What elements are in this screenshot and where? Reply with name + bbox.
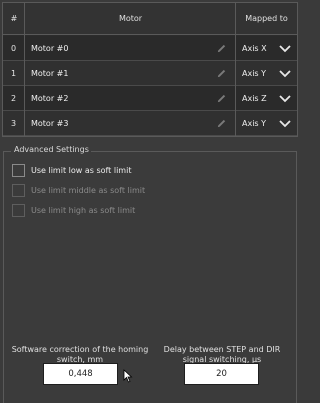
motor-name: Motor #2 xyxy=(31,94,69,103)
step-dir-delay-input[interactable]: 20 xyxy=(184,363,259,385)
soft-limit-middle-label: Use limit middle as soft limit xyxy=(31,186,146,195)
axis-select-value[interactable]: Axis Y xyxy=(242,111,272,136)
motor-name: Motor #3 xyxy=(31,119,69,128)
row-number: 3 xyxy=(10,119,17,128)
header-number: # xyxy=(10,14,18,23)
header-motor: Motor xyxy=(118,14,143,23)
homing-correction-label: Software correction of the homing switch… xyxy=(6,345,154,365)
step-dir-delay-label-line1: Delay between STEP and DIR xyxy=(163,345,281,354)
motor-name: Motor #0 xyxy=(31,44,69,53)
axis-select-value[interactable]: Axis X xyxy=(242,36,272,61)
table-row[interactable]: 2 Motor #2 Axis Z xyxy=(3,86,297,111)
group-border xyxy=(296,151,297,403)
table-header: # Motor Mapped to Axis xyxy=(3,3,297,55)
header-mapped-axis: Mapped to Axis xyxy=(245,14,288,55)
column-divider xyxy=(235,3,236,136)
pencil-icon[interactable] xyxy=(216,43,227,54)
row-number: 0 xyxy=(10,44,17,53)
motor-name: Motor #1 xyxy=(31,69,69,78)
homing-correction-input[interactable]: 0,448 xyxy=(43,363,118,385)
chevron-down-icon[interactable] xyxy=(279,44,291,53)
group-border xyxy=(3,151,11,152)
soft-limit-high-label: Use limit high as soft limit xyxy=(31,206,136,215)
motor-axis-table: # Motor Mapped to Axis 0 Motor #0 Axis X… xyxy=(2,2,298,137)
advanced-settings-title: Advanced Settings xyxy=(12,145,91,154)
row-number: 1 xyxy=(10,69,17,78)
chevron-down-icon[interactable] xyxy=(279,69,291,78)
column-divider xyxy=(24,3,25,136)
mouse-pointer-icon xyxy=(123,369,133,383)
soft-limit-low-label[interactable]: Use limit low as soft limit xyxy=(31,164,131,177)
chevron-down-icon[interactable] xyxy=(279,119,291,128)
pencil-icon[interactable] xyxy=(216,93,227,104)
group-border xyxy=(3,151,4,403)
table-row[interactable]: 0 Motor #0 Axis X xyxy=(3,36,297,61)
axis-select-value[interactable]: Axis Y xyxy=(242,61,272,86)
group-border xyxy=(86,151,297,152)
row-number: 2 xyxy=(10,94,17,103)
homing-correction-label-line1: Software correction of the homing xyxy=(11,345,149,354)
pencil-icon[interactable] xyxy=(216,118,227,129)
motor-mapping-panel: # Motor Mapped to Axis 0 Motor #0 Axis X… xyxy=(0,0,300,403)
table-row[interactable]: 3 Motor #3 Axis Y xyxy=(3,111,297,136)
chevron-down-icon[interactable] xyxy=(279,94,291,103)
soft-limit-low-checkbox[interactable] xyxy=(12,164,25,177)
step-dir-delay-label: Delay between STEP and DIR signal switch… xyxy=(150,345,294,365)
axis-select-value[interactable]: Axis Z xyxy=(242,86,272,111)
soft-limit-high-checkbox xyxy=(12,204,25,217)
soft-limit-middle-checkbox xyxy=(12,184,25,197)
pencil-icon[interactable] xyxy=(216,68,227,79)
table-row[interactable]: 1 Motor #1 Axis Y xyxy=(3,61,297,86)
